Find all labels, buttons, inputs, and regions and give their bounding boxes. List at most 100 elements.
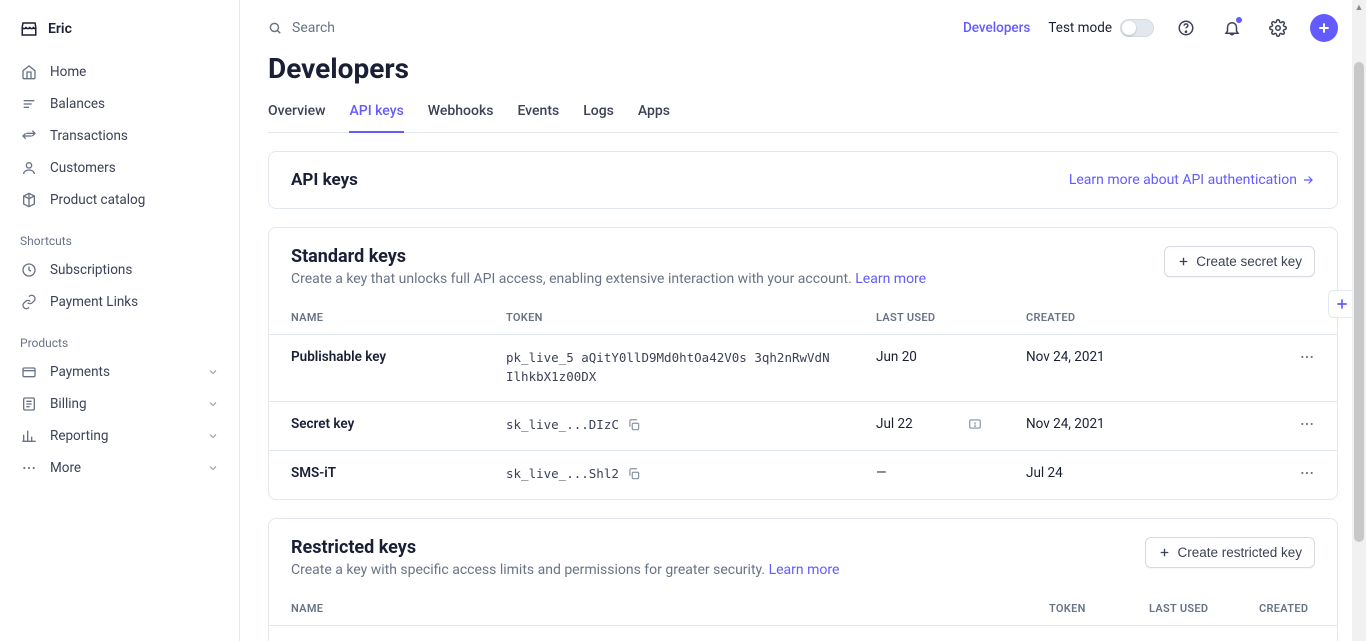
plus-icon [1177, 255, 1190, 268]
sidebar-item-label: Billing [50, 396, 87, 412]
sidebar-item-label: Home [50, 64, 86, 80]
tab-overview[interactable]: Overview [268, 93, 325, 132]
sidebar-item-home[interactable]: Home [0, 56, 239, 88]
sidebar-item-label: Customers [50, 160, 116, 176]
copy-icon[interactable] [627, 418, 641, 432]
restricted-keys-desc: Create a key with specific access limits… [291, 562, 1145, 578]
tabs: Overview API keys Webhooks Events Logs A… [268, 93, 1338, 133]
scrollbar-thumb[interactable] [1354, 62, 1364, 542]
sidebar-item-subscriptions[interactable]: Subscriptions [0, 254, 239, 286]
billing-icon [20, 395, 38, 413]
help-button[interactable] [1172, 14, 1200, 42]
tab-apps[interactable]: Apps [638, 93, 670, 132]
sidebar-item-billing[interactable]: Billing [0, 388, 239, 420]
search-icon [268, 21, 282, 35]
sidebar-item-transactions[interactable]: Transactions [0, 120, 239, 152]
restricted-keys-card: Restricted keys Create a key with specif… [268, 518, 1338, 641]
key-last-used: Jul 22 [854, 401, 1004, 450]
testmode-toggle-group: Test mode [1048, 19, 1154, 37]
search-input[interactable]: Search [268, 20, 947, 36]
col-name: NAME [269, 301, 484, 335]
learn-link-label: Learn more about API authentication [1069, 172, 1297, 188]
page-title: Developers [268, 56, 1338, 85]
key-token[interactable]: sk_live_...Shl2 [506, 465, 619, 484]
brand-name: Eric [48, 21, 72, 37]
row-actions-button[interactable] [1299, 349, 1315, 365]
col-token: TOKEN [484, 301, 854, 335]
apikeys-title: API keys [291, 170, 358, 190]
more-icon [20, 459, 38, 477]
balances-icon [20, 95, 38, 113]
arrow-right-icon [1301, 173, 1315, 187]
create-secret-key-button[interactable]: Create secret key [1164, 246, 1315, 277]
sidebar-item-payments[interactable]: Payments [0, 356, 239, 388]
developers-link[interactable]: Developers [963, 20, 1030, 36]
tab-webhooks[interactable]: Webhooks [428, 93, 494, 132]
col-last-used: LAST USED [1127, 592, 1237, 626]
testmode-label: Test mode [1048, 20, 1112, 36]
row-actions-button[interactable] [1299, 465, 1315, 481]
sidebar-item-customers[interactable]: Customers [0, 152, 239, 184]
key-token-cell: pk_live_5 aQitY0llD9Md0htOa42V0s 3qh2nRw… [484, 335, 854, 402]
scroll-up-icon[interactable]: ▲ [1352, 0, 1366, 14]
transactions-icon [20, 127, 38, 145]
standard-keys-desc: Create a key that unlocks full API acces… [291, 271, 1164, 287]
sidebar-item-label: Subscriptions [50, 262, 132, 278]
sidebar-item-payment-links[interactable]: Payment Links [0, 286, 239, 318]
tab-api-keys[interactable]: API keys [349, 93, 403, 133]
chevron-down-icon [207, 430, 219, 442]
sidebar-item-label: Product catalog [50, 192, 145, 208]
notifications-button[interactable] [1218, 14, 1246, 42]
tab-logs[interactable]: Logs [583, 93, 614, 132]
payments-icon [20, 363, 38, 381]
key-token-cell: sk_live_...Shl2 [484, 450, 854, 499]
sidebar-item-reporting[interactable]: Reporting [0, 420, 239, 452]
create-secret-key-label: Create secret key [1196, 254, 1302, 269]
sidebar: Eric Home Balances Transactions Customer… [0, 0, 240, 641]
home-icon [20, 63, 38, 81]
create-restricted-key-button[interactable]: Create restricted key [1145, 537, 1315, 568]
restricted-learn-link[interactable]: Learn more [769, 562, 840, 578]
testmode-toggle[interactable] [1120, 19, 1154, 37]
standard-keys-title: Standard keys [291, 246, 1164, 267]
sidebar-item-label: Payments [50, 364, 110, 380]
empty-message: No restricted keys [269, 625, 1337, 641]
info-icon [968, 417, 982, 431]
standard-learn-link[interactable]: Learn more [855, 271, 926, 287]
tab-events[interactable]: Events [517, 93, 559, 132]
key-name: Publishable key [269, 335, 484, 402]
sidebar-item-label: More [50, 460, 81, 476]
sidebar-item-product-catalog[interactable]: Product catalog [0, 184, 239, 216]
clock-icon [20, 261, 38, 279]
key-created: Jul 24 [1004, 450, 1277, 499]
api-auth-learn-link[interactable]: Learn more about API authentication [1069, 172, 1315, 188]
search-placeholder: Search [292, 20, 335, 36]
key-token-cell: sk_live_...DIzC [484, 401, 854, 450]
sidebar-item-balances[interactable]: Balances [0, 88, 239, 120]
standard-keys-desc-text: Create a key that unlocks full API acces… [291, 271, 855, 287]
brand[interactable]: Eric [0, 16, 239, 56]
col-last-used: LAST USED [854, 301, 1004, 335]
sidebar-item-more[interactable]: More [0, 452, 239, 484]
restricted-keys-table: NAME TOKEN LAST USED CREATED No restrict… [269, 592, 1337, 641]
chevron-down-icon [207, 462, 219, 474]
customers-icon [20, 159, 38, 177]
table-row: Secret keysk_live_...DIzCJul 22Nov 24, 2… [269, 401, 1337, 450]
standard-keys-card: Standard keys Create a key that unlocks … [268, 227, 1338, 500]
copy-icon[interactable] [627, 467, 641, 481]
create-button[interactable] [1310, 14, 1338, 42]
sidebar-section-products: Products [0, 318, 239, 356]
notification-dot-icon [1236, 17, 1242, 23]
link-icon [20, 293, 38, 311]
key-token[interactable]: sk_live_...DIzC [506, 416, 619, 435]
row-actions-button[interactable] [1299, 416, 1315, 432]
sidebar-item-label: Balances [50, 96, 105, 112]
topbar: Search Developers Test mode [240, 0, 1366, 56]
settings-button[interactable] [1264, 14, 1292, 42]
chevron-down-icon [207, 398, 219, 410]
key-token[interactable]: pk_live_5 aQitY0llD9Md0htOa42V0s 3qh2nRw… [506, 349, 832, 387]
key-name: Secret key [269, 401, 484, 450]
product-icon [20, 191, 38, 209]
scrollbar[interactable]: ▲ [1352, 0, 1366, 641]
key-created: Nov 24, 2021 [1004, 335, 1277, 402]
